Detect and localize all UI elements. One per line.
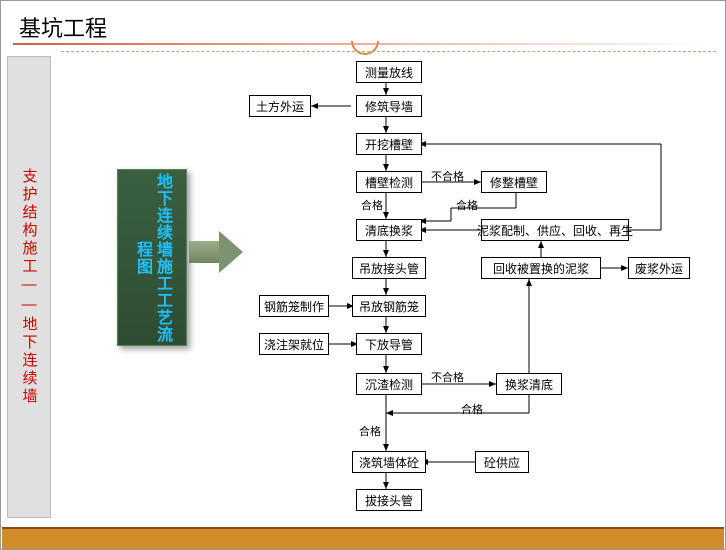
label-pass2b: 合格 [461, 401, 483, 417]
flowchart: 测量放线 修筑导墙 土方外运 开挖槽壁 槽壁检测 修整槽壁 清底换浆 泥浆配制、… [61, 53, 716, 523]
node-slurry-supply: 泥浆配制、供应、回收、再生 [481, 219, 629, 241]
node-excavate: 开挖槽壁 [356, 133, 422, 155]
sidebar-label: 支护结构施工——地下连续墙 [19, 168, 40, 406]
node-place-joint: 吊放接头管 [352, 257, 426, 279]
node-place-rebar: 吊放钢筋笼 [352, 295, 426, 317]
node-reclean: 换浆清底 [496, 373, 562, 395]
node-lower-pipe: 下放导管 [356, 333, 422, 355]
label-fail2: 不合格 [431, 369, 464, 385]
node-guidewall: 修筑导墙 [356, 95, 422, 117]
node-waste-slurry: 废浆外运 [628, 257, 690, 279]
node-clean-replace: 清底换浆 [356, 219, 422, 241]
label-pass1b: 合格 [456, 197, 478, 213]
dotted-divider [61, 51, 716, 52]
node-wall-inspect: 槽壁检测 [356, 171, 422, 193]
node-recover-slurry: 回收被置换的泥浆 [481, 257, 601, 279]
label-fail1: 不合格 [431, 168, 464, 184]
node-sediment: 沉渣检测 [356, 373, 422, 395]
node-soil-out: 土方外运 [249, 95, 311, 117]
page-frame: 基坑工程 支护结构施工——地下连续墙 地下连续墙施工工艺流程图 [0, 0, 726, 550]
sidebar: 支护结构施工——地下连续墙 [7, 56, 51, 518]
label-pass2a: 合格 [359, 423, 381, 439]
node-pour-frame: 浇注架就位 [259, 333, 329, 355]
node-concrete-supply: 砼供应 [475, 451, 529, 473]
page-title: 基坑工程 [19, 11, 107, 43]
node-trim-wall: 修整槽壁 [481, 171, 547, 193]
label-pass1a: 合格 [361, 197, 383, 213]
node-pour-wall: 浇筑墙体砼 [352, 451, 426, 473]
bottom-bar [2, 527, 724, 549]
node-measure: 测量放线 [356, 61, 422, 83]
node-pull-joint: 拔接头管 [356, 489, 422, 511]
node-rebar-make: 钢筋笼制作 [259, 295, 329, 317]
